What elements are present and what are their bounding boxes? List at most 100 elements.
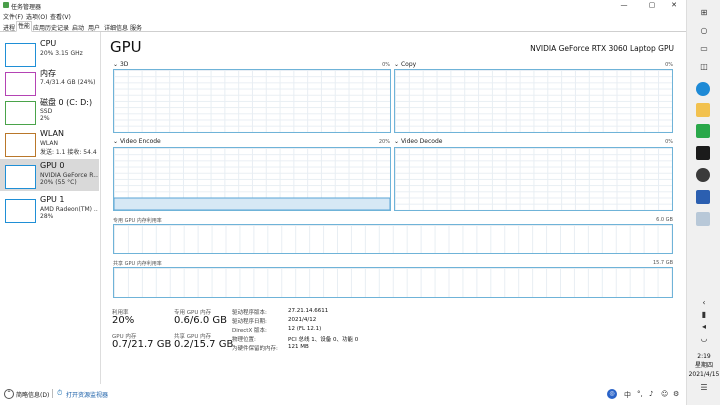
engine-video-decode-selector[interactable]: ⌄ Video Decode <box>394 138 442 145</box>
engine-3d-selector[interactable]: ⌄ 3D <box>113 61 128 68</box>
tab-bar: 进程 性能 应用历史记录 启动 用户 详细信息 服务 <box>0 21 686 32</box>
task-manager-icon <box>3 2 9 8</box>
sidebar-item-detail: 20% 3.15 GHz <box>40 50 83 57</box>
sidebar-item-disk[interactable]: 磁盘 0 (C: D:) SSD 2% <box>0 95 99 127</box>
open-resource-monitor-link[interactable]: 打开资源监视器 <box>66 390 108 399</box>
engine-copy-selector[interactable]: ⌄ Copy <box>394 61 416 68</box>
sidebar-item-detail: 28% <box>40 213 54 220</box>
sidebar-thumbnail <box>5 43 36 67</box>
volume-icon[interactable]: ◂ <box>687 322 720 331</box>
sidebar-item-detail: AMD Radeon(TM) ... <box>40 206 98 213</box>
engine-video-encode-percent: 20% <box>378 139 390 145</box>
engine-3d-percent: 0% <box>382 62 390 68</box>
sidebar-item-wlan[interactable]: WLAN WLAN 发送: 1.1 接收: 54.4 M <box>0 127 99 159</box>
reserved-memory-label: 为硬件保留的内存: <box>232 346 278 352</box>
widgets-icon[interactable]: ◫ <box>687 62 720 71</box>
clock-time: 2:19 <box>697 353 711 360</box>
punctuation-icon[interactable]: °, <box>637 390 643 398</box>
dedicated-memory-graph <box>113 224 673 254</box>
system-clock[interactable]: 2:19 星期四 2021/4/15 <box>687 352 720 379</box>
tab-users[interactable]: 用户 <box>88 23 100 32</box>
directx-version-value: 12 (FL 12.1) <box>288 326 322 332</box>
engine-video-encode-graph <box>113 147 391 211</box>
engine-video-encode-selector[interactable]: ⌄ Video Encode <box>113 138 161 145</box>
sidebar-item-memory[interactable]: 内存 7.4/31.4 GB (24%) <box>0 66 99 98</box>
menu-options[interactable]: 选项(O) <box>26 12 47 21</box>
tray-app-icon[interactable]: ◎ <box>607 389 617 399</box>
collapse-icon[interactable]: ⌃ <box>4 389 14 399</box>
shared-memory-stat-value: 0.2/15.7 GB <box>174 339 234 350</box>
sidebar-item-label: WLAN <box>40 129 65 138</box>
chevron-down-icon: ⌄ <box>394 138 400 145</box>
sidebar-item-gpu0[interactable]: GPU 0 NVIDIA GeForce R... 20% (55 °C) <box>0 159 99 191</box>
show-hidden-icons[interactable]: ‹ <box>687 298 720 307</box>
edge-browser-icon[interactable] <box>696 82 710 96</box>
dedicated-memory-stat-value: 0.6/6.0 GB <box>174 315 227 326</box>
ime-indicator[interactable]: 中 <box>624 390 631 400</box>
shared-memory-graph <box>113 267 673 298</box>
encode-usage-chart <box>114 197 390 210</box>
search-icon[interactable]: ○ <box>687 26 720 35</box>
app-icon[interactable] <box>696 212 710 226</box>
engine-3d-graph <box>113 69 391 133</box>
shared-memory-max: 15.7 GB <box>652 260 673 266</box>
gpu-memory-value: 0.7/21.7 GB <box>112 339 172 350</box>
taskbar: ⊞ ○ ▭ ◫ ‹ ▮ ◂ ◡ 2:19 星期四 2021/4/15 ☰ <box>686 0 720 405</box>
microphone-icon[interactable]: ♪ <box>649 390 653 398</box>
chevron-down-icon: ⌄ <box>394 61 400 68</box>
minimize-button[interactable]: — <box>610 0 638 11</box>
directx-version-label: DirectX 版本: <box>232 328 267 334</box>
menu-view[interactable]: 查看(V) <box>50 12 71 21</box>
footer-divider <box>52 389 53 398</box>
sidebar-item-cpu[interactable]: CPU 20% 3.15 GHz <box>0 37 99 69</box>
tab-performance[interactable]: 性能 <box>16 21 33 32</box>
engine-video-decode-percent: 0% <box>665 139 673 145</box>
tab-processes[interactable]: 进程 <box>3 23 15 32</box>
engine-copy-graph <box>394 69 673 133</box>
sidebar-item-label: 磁盘 0 (C: D:) <box>40 98 93 107</box>
sidebar-item-detail: 7.4/31.4 GB (24%) <box>40 79 96 86</box>
start-button[interactable]: ⊞ <box>687 8 720 17</box>
footer-bar: ⌃ 简略信息(D) ⏱ 打开资源监视器 ◎ 中 °, ♪ ☺ ⚙ <box>0 387 686 405</box>
tab-details[interactable]: 详细信息 <box>104 23 128 32</box>
file-explorer-icon[interactable] <box>696 103 710 117</box>
task-manager-app-icon[interactable] <box>696 124 710 138</box>
sidebar-thumbnail <box>5 199 36 223</box>
clock-weekday: 星期四 <box>694 362 713 369</box>
network-icon[interactable]: ◡ <box>687 334 720 343</box>
battery-icon[interactable]: ▮ <box>687 310 720 319</box>
brief-details-link[interactable]: 简略信息(D) <box>16 390 49 399</box>
tab-app-history[interactable]: 应用历史记录 <box>33 23 69 32</box>
sidebar-item-detail: 20% (55 °C) <box>40 179 77 186</box>
nvidia-icon[interactable] <box>696 146 710 160</box>
sidebar-item-detail: NVIDIA GeForce R... <box>40 172 98 179</box>
app-icon[interactable] <box>696 168 710 182</box>
driver-date-value: 2021/4/12 <box>288 317 317 323</box>
engine-video-decode-graph <box>394 147 673 211</box>
task-view-icon[interactable]: ▭ <box>687 44 720 53</box>
emoji-icon[interactable]: ☺ <box>661 390 668 398</box>
sidebar-item-gpu1[interactable]: GPU 1 AMD Radeon(TM) ... 28% <box>0 193 99 225</box>
app-icon[interactable] <box>696 190 710 204</box>
close-button[interactable]: ✕ <box>660 0 688 11</box>
tab-startup[interactable]: 启动 <box>72 23 84 32</box>
shared-memory-label: 共享 GPU 内存利用率 <box>113 261 162 267</box>
sidebar-item-label: CPU <box>40 39 57 48</box>
sidebar-item-detail: 发送: 1.1 接收: 54.4 M <box>40 149 98 156</box>
settings-icon[interactable]: ⚙ <box>673 390 679 398</box>
window-title: 任务管理器 <box>11 4 42 11</box>
resource-sidebar: CPU 20% 3.15 GHz 内存 7.4/31.4 GB (24%) 磁盘… <box>0 32 101 384</box>
clock-date: 2021/4/15 <box>688 371 720 378</box>
dedicated-memory-label: 专用 GPU 内存利用率 <box>113 218 162 224</box>
title-bar: 任务管理器 — ▢ ✕ <box>0 0 686 11</box>
resource-monitor-icon: ⏱ <box>57 389 63 397</box>
sidebar-item-detail: WLAN <box>40 140 59 147</box>
notification-icon[interactable]: ☰ <box>687 383 720 392</box>
menu-file[interactable]: 文件(F) <box>3 12 23 21</box>
driver-version-label: 驱动程序版本: <box>232 310 267 316</box>
sidebar-item-detail: SSD <box>40 108 53 115</box>
sidebar-thumbnail <box>5 133 36 157</box>
utilization-value: 20% <box>112 315 135 326</box>
tab-services[interactable]: 服务 <box>130 23 142 32</box>
page-title: GPU <box>110 38 142 56</box>
